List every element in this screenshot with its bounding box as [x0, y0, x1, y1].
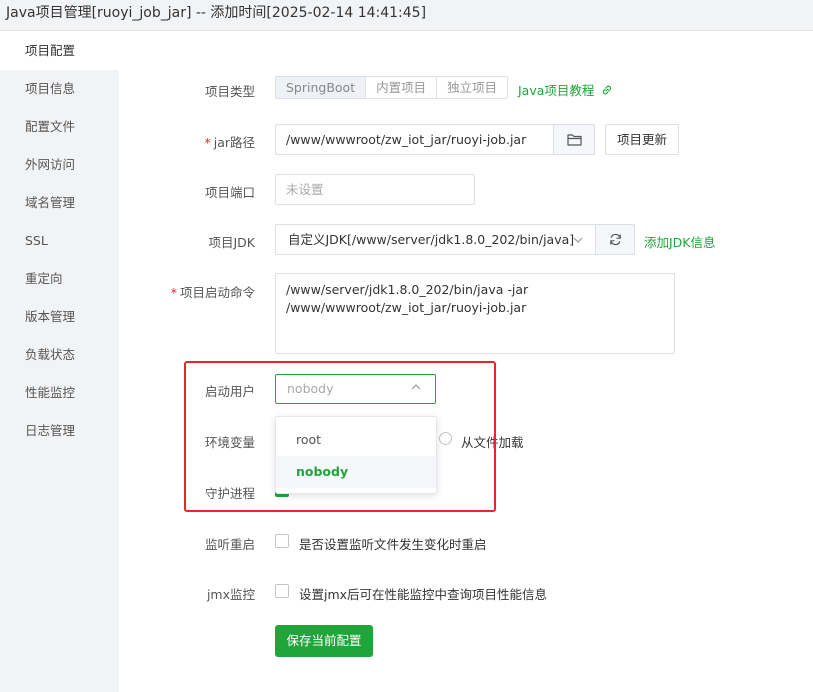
chevron-down-icon [573, 237, 583, 243]
start-command-line-1: /www/server/jdk1.8.0_202/bin/java -jar [286, 282, 529, 297]
sidebar-item-domain[interactable]: 域名管理 [0, 184, 119, 222]
sidebar-item-logs[interactable]: 日志管理 [0, 412, 119, 450]
jar-path-label: * jar路径 [105, 132, 255, 151]
jar-path-label-text: jar路径 [213, 135, 255, 150]
save-config-button[interactable]: 保存当前配置 [275, 625, 373, 657]
required-mark: * [170, 285, 177, 300]
sidebar-item-version[interactable]: 版本管理 [0, 298, 119, 336]
project-type-label: 项目类型 [204, 84, 255, 99]
start-command-label-text: 项目启动命令 [179, 285, 255, 300]
start-command-label: * 项目启动命令 [105, 282, 255, 301]
browse-folder-button[interactable] [553, 124, 595, 155]
env-from-file-label: 从文件加载 [461, 435, 524, 450]
java-tutorial-link[interactable]: Java项目教程 [518, 80, 613, 99]
project-type-springboot[interactable]: SpringBoot [276, 77, 367, 98]
watch-restart-label: 监听重启 [204, 537, 255, 552]
required-mark: * [204, 135, 211, 150]
start-command-textarea[interactable]: /www/server/jdk1.8.0_202/bin/java -jar /… [275, 273, 675, 354]
external-link-icon [603, 85, 612, 95]
start-user-select[interactable]: nobody [275, 374, 436, 404]
start-command-line-2: /www/wwwroot/zw_iot_jar/ruoyi-job.jar [286, 300, 527, 315]
sidebar-item-project-info[interactable]: 项目信息 [0, 70, 119, 108]
jmx-label: jmx监控 [206, 587, 255, 602]
folder-icon [566, 134, 582, 146]
jdk-select[interactable]: 自定义JDK[/www/server/jdk1.8.0_202/bin/java… [275, 224, 596, 255]
project-update-button[interactable]: 项目更新 [605, 124, 679, 155]
sidebar-item-config-file[interactable]: 配置文件 [0, 108, 119, 146]
sidebar-item-load-status[interactable]: 负载状态 [0, 336, 119, 374]
start-user-option-nobody[interactable]: nobody [276, 456, 436, 488]
add-jdk-link[interactable]: 添加JDK信息 [644, 232, 716, 251]
java-tutorial-link-text: Java项目教程 [518, 83, 595, 98]
watch-restart-checkbox[interactable] [275, 534, 289, 548]
daemon-label: 守护进程 [204, 486, 255, 501]
jmx-text: 设置jmx后可在性能监控中查询项目性能信息 [299, 587, 548, 602]
sidebar-item-ssl[interactable]: SSL [0, 222, 119, 260]
project-type-group: SpringBoot 内置项目 独立项目 [275, 76, 509, 99]
sidebar-item-project-config[interactable]: 项目配置 [0, 32, 119, 70]
sidebar-item-external-access[interactable]: 外网访问 [0, 146, 119, 184]
env-from-file-radio[interactable] [439, 432, 452, 445]
port-input[interactable]: 未设置 [275, 174, 475, 205]
sidebar: 项目配置 项目信息 配置文件 外网访问 域名管理 SSL 重定向 版本管理 负载… [0, 32, 119, 692]
chevron-up-icon [411, 384, 421, 390]
env-vars-label: 环境变量 [204, 435, 255, 450]
window-title: Java项目管理[ruoyi_job_jar] -- 添加时间[2025-02-… [0, 0, 813, 31]
sidebar-item-redirect[interactable]: 重定向 [0, 260, 119, 298]
watch-restart-text: 是否设置监听文件发生变化时重启 [299, 537, 487, 552]
start-user-dropdown: root nobody [275, 416, 437, 494]
project-type-builtin[interactable]: 内置项目 [366, 77, 438, 98]
port-label: 项目端口 [204, 185, 255, 200]
jdk-select-value: 自定义JDK[/www/server/jdk1.8.0_202/bin/java… [288, 232, 575, 247]
jdk-label: 项目JDK [208, 235, 255, 250]
sidebar-item-performance[interactable]: 性能监控 [0, 374, 119, 412]
refresh-jdk-button[interactable] [595, 224, 635, 255]
start-user-label: 启动用户 [204, 384, 255, 399]
refresh-icon [609, 233, 621, 246]
start-user-select-value: nobody [287, 381, 334, 396]
jmx-checkbox[interactable] [275, 584, 289, 598]
jar-path-input[interactable]: /www/wwwroot/zw_iot_jar/ruoyi-job.jar [275, 124, 554, 155]
project-type-standalone[interactable]: 独立项目 [437, 77, 508, 98]
start-user-option-root[interactable]: root [276, 424, 436, 456]
